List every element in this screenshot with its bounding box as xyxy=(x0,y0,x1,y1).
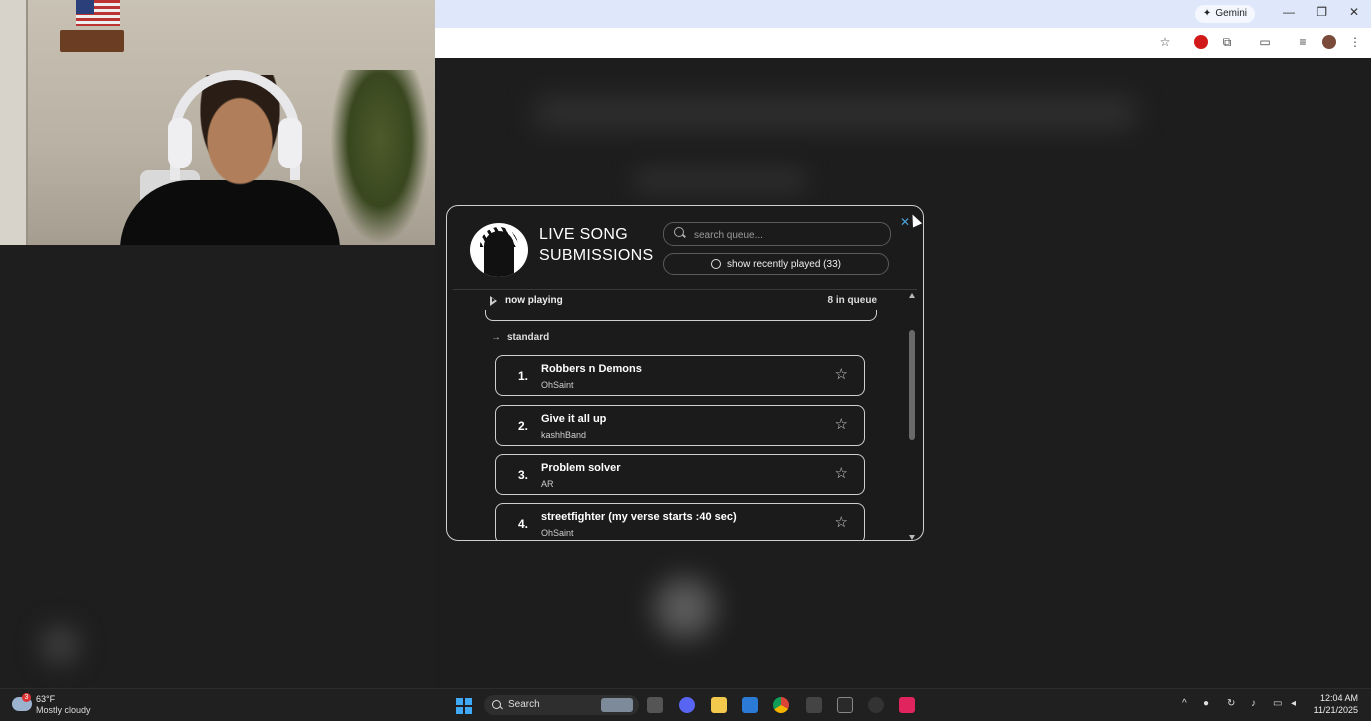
now-playing-label: now playing xyxy=(505,295,563,306)
star-icon[interactable]: ☆ xyxy=(835,367,848,382)
browser-menu-icon[interactable]: ⋮ xyxy=(1348,35,1362,49)
standard-section-header[interactable]: → standard xyxy=(491,332,549,343)
tools-icon[interactable] xyxy=(806,697,822,713)
song-number: 4. xyxy=(518,517,529,531)
cast-icon[interactable]: ▭ xyxy=(1258,35,1272,49)
blurred-orb xyxy=(655,578,715,638)
headphone-right-cup xyxy=(278,118,302,168)
star-icon[interactable]: ☆ xyxy=(835,417,848,432)
left-blurred-orb xyxy=(40,625,80,665)
star-icon[interactable]: ☆ xyxy=(835,515,848,530)
queue-list[interactable]: now playing 8 in queue → standard 1. Rob… xyxy=(453,290,915,540)
recent-button-label: show recently played (33) xyxy=(727,258,841,270)
weather-temperature[interactable]: 63°F xyxy=(36,694,55,704)
tiktok-icon[interactable] xyxy=(899,697,915,713)
song-title: Problem solver xyxy=(541,462,621,474)
song-item[interactable]: 2. Give it all up kashhBand ☆ xyxy=(495,405,865,446)
now-playing-row[interactable]: now playing xyxy=(490,295,563,306)
tray-volume-icon[interactable]: ◂ xyxy=(1291,698,1296,709)
minimize-button[interactable]: — xyxy=(1283,5,1295,19)
gemini-label: Gemini xyxy=(1215,8,1247,19)
song-artist: AR xyxy=(541,479,554,489)
webcam-shelf xyxy=(60,30,124,52)
browser-tab-bar: ✦ Gemini — ❐ ✕ xyxy=(435,0,1371,28)
profile-avatar-icon[interactable] xyxy=(1322,35,1336,49)
file-explorer-icon[interactable] xyxy=(711,697,727,713)
taskbar-search-icon xyxy=(492,700,501,709)
taskbar-search-label: Search xyxy=(508,699,540,710)
bookmark-star-icon[interactable]: ☆ xyxy=(1158,35,1172,49)
media-queue-icon[interactable]: ≡ xyxy=(1296,35,1310,49)
scroll-up-icon[interactable] xyxy=(909,293,915,298)
search-icon xyxy=(674,227,684,237)
queue-count: 8 in queue xyxy=(827,295,877,306)
weather-badge: 3 xyxy=(22,693,31,702)
windows-start-icon[interactable] xyxy=(456,698,472,714)
modal-title: LIVE SONG SUBMISSIONS xyxy=(539,224,653,266)
headphone-left-cup xyxy=(168,118,192,168)
taskbar-search[interactable]: Search xyxy=(484,695,639,715)
avatar-silhouette xyxy=(484,231,514,277)
song-title: Robbers n Demons xyxy=(541,363,642,375)
song-item[interactable]: 1. Robbers n Demons OhSaint ☆ xyxy=(495,355,865,396)
webcam-plant xyxy=(330,70,430,245)
star-icon[interactable]: ☆ xyxy=(835,466,848,481)
song-title: Give it all up xyxy=(541,413,607,425)
arrow-right-icon: → xyxy=(491,332,501,343)
tray-network-icon[interactable]: ▭ xyxy=(1273,698,1282,709)
tray-sync-icon[interactable]: ↻ xyxy=(1227,698,1235,709)
show-recently-played-button[interactable]: show recently played (33) xyxy=(663,253,889,275)
windows-taskbar: 3 63°F Mostly cloudy Search ^ ● ↻ ♪ ▭ ◂ … xyxy=(0,688,1371,721)
scroll-thumb[interactable] xyxy=(909,330,915,440)
microsoft-store-icon[interactable] xyxy=(742,697,758,713)
queue-search-input[interactable] xyxy=(692,223,886,247)
webcam-overlay xyxy=(0,0,435,245)
history-icon xyxy=(711,259,722,269)
song-item[interactable]: 3. Problem solver AR ☆ xyxy=(495,454,865,495)
blurred-subheader-band xyxy=(635,168,805,192)
song-number: 2. xyxy=(518,419,529,433)
tray-chevron-up-icon[interactable]: ^ xyxy=(1182,698,1187,709)
task-view-icon[interactable] xyxy=(647,697,663,713)
song-artist: OhSaint xyxy=(541,380,574,390)
scroll-down-icon[interactable] xyxy=(909,535,915,540)
song-number: 1. xyxy=(518,369,529,383)
modal-title-line2: SUBMISSIONS xyxy=(539,247,654,264)
section-label: standard xyxy=(507,332,550,343)
opera-extension-icon[interactable] xyxy=(1194,35,1208,49)
song-submissions-modal: LIVE SONG SUBMISSIONS show recently play… xyxy=(446,205,924,541)
play-icon xyxy=(490,295,498,306)
webcam-door xyxy=(0,0,28,245)
song-artist: OhSaint xyxy=(541,528,574,538)
song-number: 3. xyxy=(518,468,529,482)
browser-toolbar: ☆ ⧉ ▭ ≡ ⋮ xyxy=(435,28,1371,58)
queue-scrollbar[interactable] xyxy=(907,290,917,540)
search-highlight-image xyxy=(601,698,633,712)
song-title: streetfighter (my verse starts :40 sec) xyxy=(541,511,737,523)
close-window-button[interactable]: ✕ xyxy=(1349,5,1359,19)
blurred-header-band xyxy=(535,98,1135,128)
modal-title-line1: LIVE SONG xyxy=(539,226,628,243)
epic-games-icon[interactable] xyxy=(837,697,853,713)
taskbar-time[interactable]: 12:04 AM xyxy=(1316,693,1358,703)
chrome-icon[interactable] xyxy=(773,697,789,713)
taskbar-date[interactable]: 11/21/2025 xyxy=(1308,705,1358,715)
restore-button[interactable]: ❐ xyxy=(1316,5,1327,19)
queue-search-box[interactable] xyxy=(663,222,891,247)
discord-icon[interactable] xyxy=(679,697,695,713)
now-playing-card-edge xyxy=(485,310,877,321)
extensions-icon[interactable]: ⧉ xyxy=(1220,35,1234,49)
channel-avatar xyxy=(470,223,528,277)
left-background-area xyxy=(0,245,435,688)
gemini-button[interactable]: ✦ Gemini xyxy=(1194,5,1255,23)
song-item[interactable]: 4. streetfighter (my verse starts :40 se… xyxy=(495,503,865,540)
gemini-icon: ✦ xyxy=(1202,8,1212,19)
song-artist: kashhBand xyxy=(541,430,587,440)
webcam-flag xyxy=(76,0,120,26)
tray-security-icon[interactable]: ● xyxy=(1203,698,1209,709)
steam-icon[interactable] xyxy=(868,697,884,713)
tray-mic-icon[interactable]: ♪ xyxy=(1251,698,1256,709)
weather-description[interactable]: Mostly cloudy xyxy=(36,705,91,715)
